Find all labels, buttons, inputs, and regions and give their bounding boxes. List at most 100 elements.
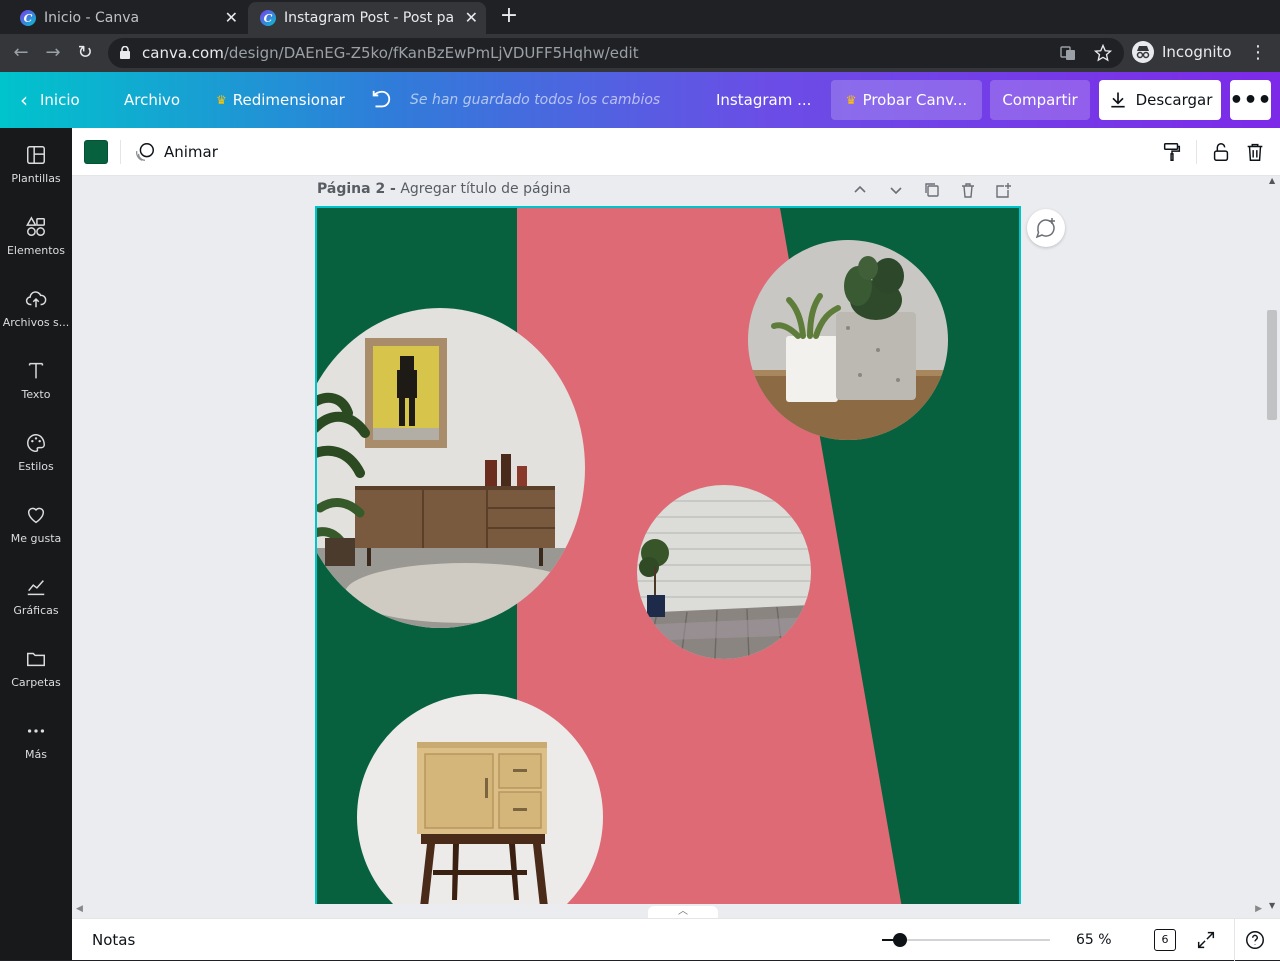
back-icon[interactable]: ← bbox=[10, 42, 32, 64]
templates-icon bbox=[27, 145, 45, 164]
move-page-up-icon[interactable] bbox=[851, 181, 869, 199]
reload-icon[interactable]: ↻ bbox=[74, 42, 96, 64]
scroll-right-icon[interactable]: ▶ bbox=[1255, 904, 1262, 914]
undo-icon[interactable] bbox=[370, 72, 392, 128]
lock-icon bbox=[120, 46, 130, 59]
brick-wall-photo[interactable] bbox=[637, 485, 811, 659]
toolbar-divider bbox=[1196, 140, 1197, 164]
animate-button[interactable]: Animar bbox=[134, 128, 218, 176]
chart-icon bbox=[27, 579, 45, 595]
try-pro-button[interactable]: ♛ Probar Canv... bbox=[831, 80, 982, 120]
design-page[interactable] bbox=[315, 206, 1021, 910]
unlock-icon[interactable] bbox=[1210, 141, 1232, 163]
forward-icon[interactable]: → bbox=[42, 42, 64, 64]
editor-sidebar: Plantillas Elementos Archivos s... Texto… bbox=[0, 128, 72, 960]
sidebar-item-templates[interactable]: Plantillas bbox=[0, 128, 72, 200]
close-tab-icon[interactable]: ✕ bbox=[465, 10, 478, 26]
sidebar-item-elements[interactable]: Elementos bbox=[0, 200, 72, 272]
download-button[interactable]: Descargar bbox=[1099, 80, 1221, 120]
add-page-icon[interactable] bbox=[995, 181, 1013, 199]
footer-divider bbox=[1234, 919, 1235, 961]
trash-icon[interactable] bbox=[1244, 141, 1266, 163]
home-label: Inicio bbox=[40, 91, 80, 109]
translate-icon[interactable] bbox=[1060, 45, 1076, 61]
expand-notes-icon[interactable]: ︿ bbox=[648, 906, 718, 918]
background-color-swatch[interactable] bbox=[84, 140, 108, 164]
copy-style-icon[interactable] bbox=[1161, 141, 1183, 163]
zoom-slider[interactable] bbox=[882, 933, 1050, 947]
sidebar-item-more[interactable]: Más bbox=[0, 704, 72, 776]
sidebar-item-text[interactable]: Texto bbox=[0, 344, 72, 416]
vertical-scroll-thumb[interactable] bbox=[1267, 310, 1277, 420]
scroll-left-icon[interactable]: ◀ bbox=[76, 904, 83, 914]
heart-icon bbox=[27, 507, 45, 523]
page-title-placeholder: Agregar título de página bbox=[400, 181, 571, 197]
incognito-badge[interactable]: Incognito bbox=[1132, 41, 1232, 63]
page-count-button[interactable]: 6 bbox=[1154, 929, 1176, 951]
text-icon bbox=[28, 362, 44, 378]
zoom-level[interactable]: 65 % bbox=[1076, 919, 1136, 961]
tab-instagram-post[interactable]: C Instagram Post - Post para ✕ bbox=[248, 2, 486, 34]
duplicate-page-icon[interactable] bbox=[923, 181, 941, 199]
resize-button[interactable]: ♛ Redimensionar bbox=[216, 72, 345, 128]
canva-favicon-icon: C bbox=[260, 10, 276, 26]
browser-tab-bar: C Inicio - Canva ✕ C Instagram Post - Po… bbox=[0, 0, 1280, 34]
incognito-icon bbox=[1132, 41, 1154, 63]
sidebar-item-styles[interactable]: Estilos bbox=[0, 416, 72, 488]
design-title[interactable]: Instagram ... bbox=[716, 72, 811, 128]
crown-icon: ♛ bbox=[845, 93, 857, 107]
tab-inicio-canva[interactable]: C Inicio - Canva ✕ bbox=[8, 2, 246, 34]
scroll-down-icon[interactable]: ▼ bbox=[1269, 901, 1275, 910]
cactus-pots-photo[interactable] bbox=[748, 240, 948, 440]
page-title[interactable]: Página 2 - Agregar título de página bbox=[317, 181, 571, 197]
save-status: Se han guardado todos los cambios bbox=[410, 92, 661, 108]
notes-button[interactable]: Notas bbox=[92, 919, 135, 961]
sidebar-item-label: Carpetas bbox=[11, 675, 61, 689]
folder-icon bbox=[27, 652, 45, 666]
download-icon bbox=[1110, 92, 1125, 108]
page-number-label: Página 2 - bbox=[317, 181, 396, 197]
sidebar-item-label: Estilos bbox=[18, 459, 54, 473]
sidebar-item-folders[interactable]: Carpetas bbox=[0, 632, 72, 704]
address-bar-row: ← → ↻ canva.com/design/DAEnEG-Z5ko/fKanB… bbox=[0, 34, 1280, 72]
more-options-icon[interactable]: ••• bbox=[1229, 80, 1272, 120]
elements-icon bbox=[26, 215, 45, 236]
sidebar-item-label: Más bbox=[25, 747, 47, 761]
share-button[interactable]: Compartir bbox=[990, 80, 1090, 120]
close-tab-icon[interactable]: ✕ bbox=[225, 10, 238, 26]
sidebar-item-label: Me gusta bbox=[10, 531, 62, 545]
url-host: canva.com bbox=[142, 44, 224, 62]
editor-header: ‹ Inicio Archivo ♛ Redimensionar Se han … bbox=[0, 72, 1280, 128]
upload-icon bbox=[25, 290, 47, 307]
browser-menu-icon[interactable]: ⋮ bbox=[1247, 42, 1269, 64]
add-comment-button[interactable] bbox=[1027, 209, 1065, 247]
sidebar-item-label: Elementos bbox=[6, 243, 65, 257]
sidebar-item-label: Texto bbox=[21, 387, 51, 401]
sidebar-item-likes[interactable]: Me gusta bbox=[0, 488, 72, 560]
animate-label: Animar bbox=[164, 143, 218, 161]
sidebar-item-label: Gráficas bbox=[13, 603, 59, 617]
more-icon bbox=[27, 728, 45, 733]
add-comment-icon bbox=[1035, 218, 1055, 239]
zoom-slider-knob[interactable] bbox=[893, 933, 908, 947]
file-menu[interactable]: Archivo bbox=[124, 72, 180, 128]
editor-footer: Notas 65 % 6 bbox=[72, 918, 1280, 961]
canvas-area: Página 2 - Agregar título de página ◀ ▶ … bbox=[72, 176, 1280, 918]
sidebar-item-uploads[interactable]: Archivos s... bbox=[0, 272, 72, 344]
bookmark-star-icon[interactable] bbox=[1094, 44, 1112, 62]
vertical-scrollbar[interactable]: ▲ ▼ bbox=[1266, 176, 1280, 918]
scroll-up-icon[interactable]: ▲ bbox=[1269, 176, 1275, 185]
new-tab-icon[interactable]: + bbox=[498, 5, 520, 28]
chevron-left-icon: ‹ bbox=[20, 88, 28, 112]
palette-icon bbox=[27, 433, 45, 452]
delete-page-icon[interactable] bbox=[959, 181, 977, 199]
context-toolbar: Animar bbox=[72, 128, 1280, 176]
move-page-down-icon[interactable] bbox=[887, 181, 905, 199]
sidebar-item-charts[interactable]: Gráficas bbox=[0, 560, 72, 632]
tab-title: Inicio - Canva bbox=[44, 10, 140, 26]
url-path: /design/DAEnEG-Z5ko/fKanBzEwPmLjVDUFF5Hq… bbox=[223, 44, 639, 62]
help-icon[interactable] bbox=[1244, 929, 1266, 951]
home-link[interactable]: ‹ Inicio bbox=[20, 72, 80, 128]
url-input[interactable]: canva.com/design/DAEnEG-Z5ko/fKanBzEwPmL… bbox=[108, 38, 1124, 68]
fullscreen-icon[interactable] bbox=[1195, 929, 1217, 951]
